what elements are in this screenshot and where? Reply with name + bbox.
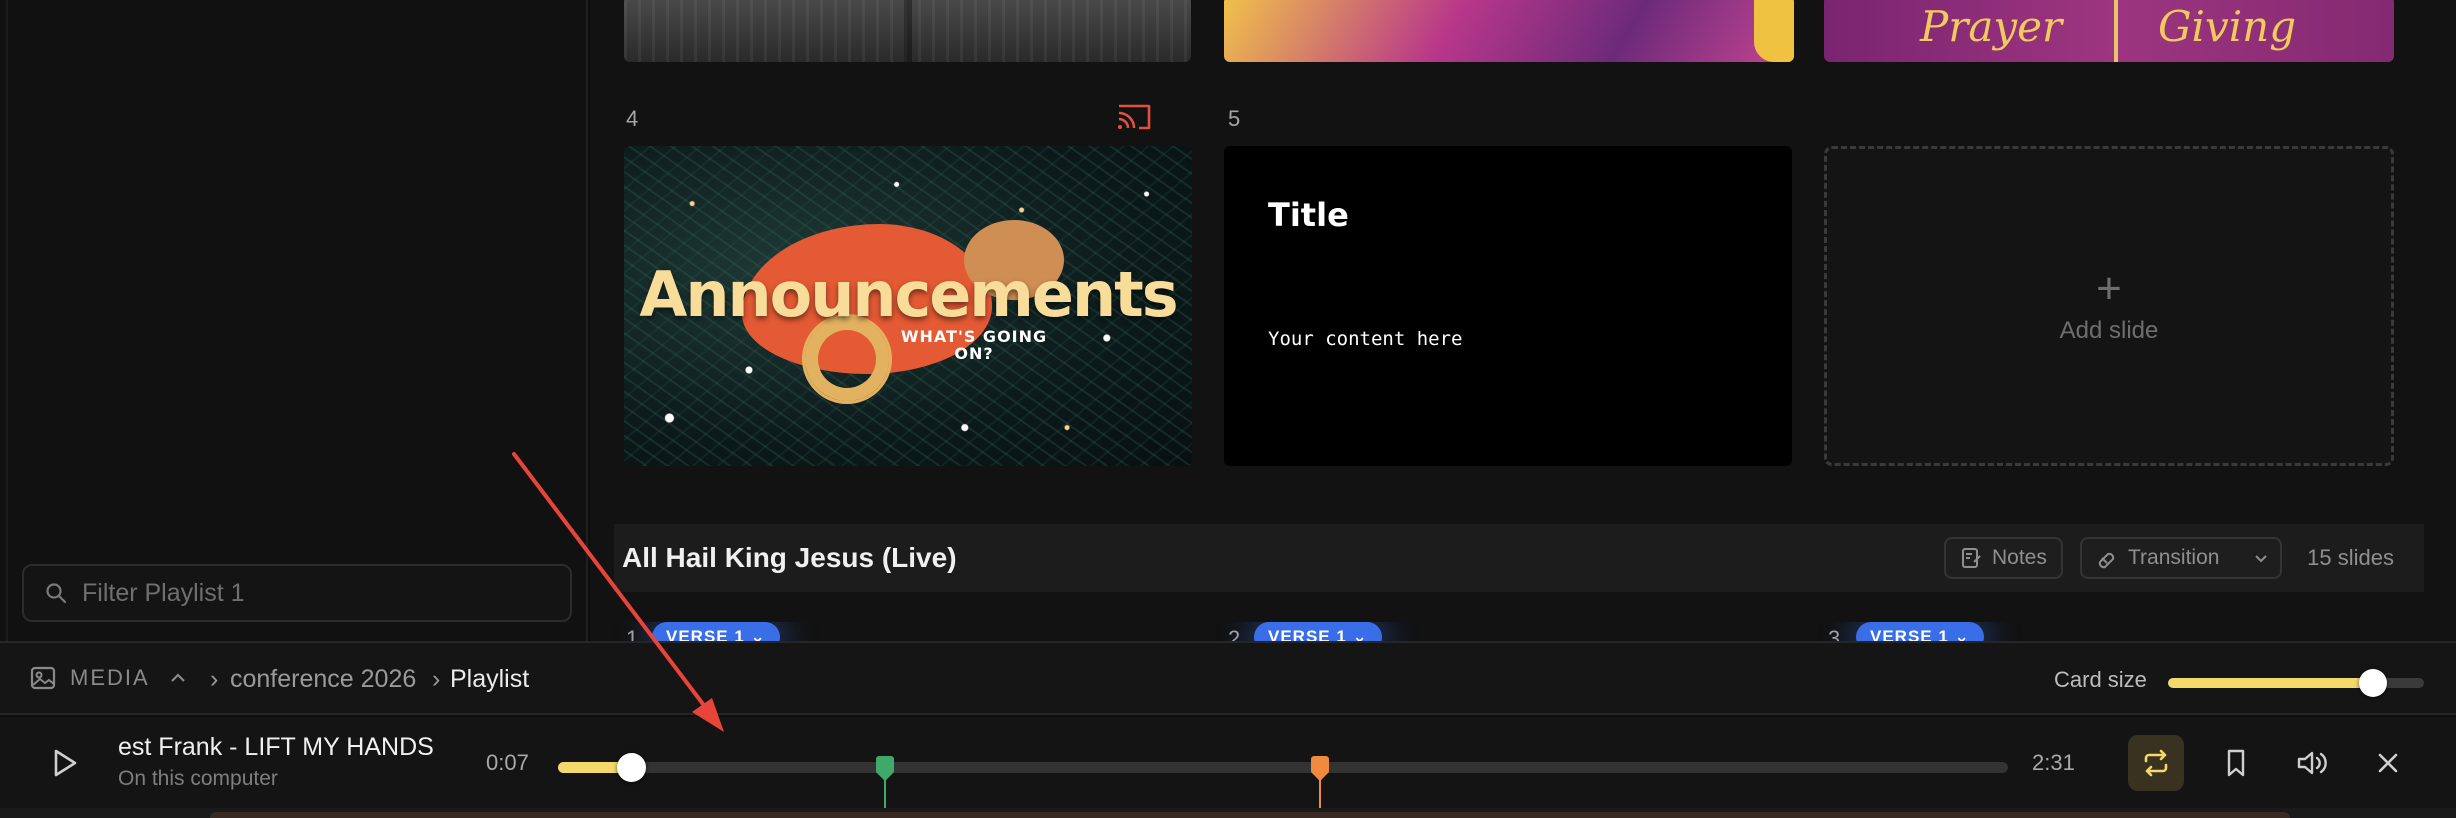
chevron-down-icon [2255,555,2267,563]
progress-knob[interactable] [616,753,646,782]
volume-button[interactable] [2284,735,2340,791]
marker-flag [1311,756,1330,774]
breadcrumb-item-playlist[interactable]: Playlist [450,665,529,694]
playlist-sidebar [0,0,588,641]
song-title: All Hail King Jesus (Live) [622,542,957,573]
bottom-strip [0,808,2456,818]
breadcrumb-item-conference[interactable]: conference 2026 [230,665,416,694]
card-size-knob[interactable] [2358,669,2387,697]
transition-icon [2098,552,2115,569]
marker-flag [876,756,895,774]
bookmark-icon [2227,749,2245,777]
slide-thumbnail-purple[interactable] [1224,0,1794,62]
notes-button[interactable]: Notes [1944,537,2063,579]
transition-dropdown[interactable] [2242,537,2282,579]
card-size-fill [2168,678,2373,688]
announcements-title: Announcements [639,258,1178,331]
slide-thumbnail-title[interactable]: Title Your content here [1224,146,1792,466]
transition-label: Transition [2128,546,2220,569]
notes-icon [1962,548,1981,568]
volume-icon [2297,751,2327,775]
media-bar: MEDIA › conference 2026 › Playlist Card … [0,641,2456,715]
subtitle-line-2: ON? [954,344,994,363]
plus-icon: + [2096,264,2122,313]
card-size-label: Card size [2054,667,2147,692]
bookmark-button[interactable] [2208,735,2264,791]
total-time: 2:31 [2032,750,2075,775]
current-time: 0:07 [486,750,529,775]
card-size-slider[interactable] [2168,669,2424,697]
cast-icon[interactable] [1116,102,1152,132]
slide-content-text: Your content here [1268,328,1463,350]
add-slide-button[interactable]: + Add slide [1824,146,2394,466]
prayer-text: Prayer [1920,2,2063,51]
giving-text: Giving [2158,2,2297,51]
track-source: On this computer [118,767,278,790]
slide-thumbnail-announcements[interactable]: Announcements WHAT'S GOING ON? [624,146,1192,466]
close-icon [2378,753,2398,773]
media-label: MEDIA [70,665,150,690]
progress-bar[interactable] [558,753,2008,818]
announcements-subtitle: WHAT'S GOING ON? [874,328,1074,362]
play-icon[interactable] [46,745,82,781]
slide-number: 4 [626,106,639,131]
thumbnail-divider [2114,0,2118,62]
filter-playlist-input[interactable] [82,578,570,608]
audio-player: est Frank - LIFT MY HANDS On this comput… [0,717,2456,818]
media-toggle[interactable]: MEDIA [30,665,202,691]
notes-label: Notes [1992,546,2047,569]
close-player-button[interactable] [2360,735,2416,791]
breadcrumb-separator: › [210,665,219,693]
image-icon [30,666,56,690]
track-title: est Frank - LIFT MY HANDS [118,733,434,761]
app-window: Prayer Giving 4 Announcements WHAT'S GOI… [0,0,2456,818]
add-slide-label: Add slide [2059,317,2159,344]
search-icon [46,583,67,604]
slide-title-text: Title [1268,196,1349,234]
sidebar-edge [6,0,8,641]
repeat-icon [2144,749,2168,777]
slide-thumbnail-bible[interactable] [624,0,1191,62]
slide-number: 5 [1228,106,1241,131]
slide-thumbnail-prayer-giving[interactable]: Prayer Giving [1824,0,2394,62]
repeat-button[interactable] [2128,735,2184,791]
subtitle-line-1: WHAT'S GOING [900,327,1048,346]
song-header: All Hail King Jesus (Live) Notes Transit… [614,524,2424,592]
breadcrumb-separator: › [432,665,441,693]
chevron-up-icon [170,673,185,682]
slides-count: 15 slides [2307,545,2394,570]
filter-playlist-field[interactable] [22,564,572,622]
